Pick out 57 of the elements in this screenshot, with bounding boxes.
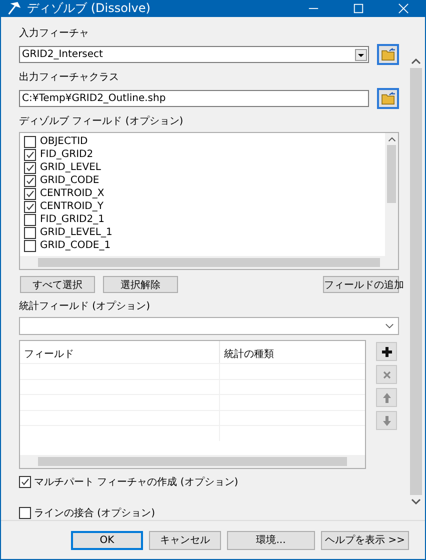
output-path-field[interactable]: C:¥Temp¥GRID2_Outline.shp	[19, 90, 369, 107]
field-label: ディゾルブ フィールド (オプション)	[19, 114, 184, 129]
field-name[interactable]: GRID_CODE_1	[40, 240, 111, 251]
field-name[interactable]: OBJECTID	[40, 136, 88, 147]
checkbox[interactable]	[24, 226, 36, 238]
checkbox[interactable]	[24, 136, 36, 148]
hammer-icon	[6, 1, 21, 16]
chevron-down-icon	[385, 323, 394, 329]
field-name[interactable]: CENTROID_X	[40, 188, 104, 199]
field-label: 統計フィールド (オプション)	[19, 300, 151, 314]
folder-icon	[380, 48, 396, 61]
input-features-dropdown[interactable]: GRID2_Intersect	[19, 46, 369, 63]
field-label: 出力フィーチャクラス	[19, 70, 120, 85]
field-name[interactable]: GRID_LEVEL_1	[40, 227, 112, 238]
checkbox[interactable]	[24, 162, 36, 174]
checkbox[interactable]	[24, 200, 36, 212]
chevron-up-icon[interactable]	[388, 137, 396, 142]
checkbox[interactable]	[24, 148, 36, 160]
dialog-button[interactable]: ヘルプを表示 >>	[321, 530, 409, 550]
field-name[interactable]: CENTROID_Y	[40, 201, 104, 212]
checkbox[interactable]	[24, 240, 36, 252]
checkbox-label[interactable]: ラインの接合 (オプション)	[34, 506, 155, 520]
close-icon[interactable]	[398, 3, 409, 14]
scrollbar[interactable]	[385, 133, 398, 256]
list-action-button[interactable]: 選択解除	[103, 276, 178, 293]
column-header: 統計の種類	[223, 348, 275, 362]
checkbox[interactable]	[19, 507, 31, 519]
folder-icon	[380, 92, 396, 105]
horizontal-scrollbar[interactable]	[20, 256, 398, 269]
checkbox[interactable]	[24, 174, 36, 186]
dialog-button[interactable]: キャンセル	[149, 530, 221, 550]
plus-icon	[380, 346, 392, 358]
checkbox[interactable]	[24, 188, 36, 200]
column-header: フィールド	[20, 341, 220, 363]
checkbox[interactable]	[19, 476, 31, 488]
field-name[interactable]: FID_GRID2	[40, 149, 94, 160]
list-action-button[interactable]: すべて選択	[20, 276, 95, 293]
browse-button[interactable]	[377, 88, 399, 109]
chevron-up-icon[interactable]	[410, 58, 420, 65]
field-name[interactable]: GRID_CODE	[40, 175, 100, 186]
x-icon	[380, 368, 392, 380]
dialog-button[interactable]: OK	[71, 530, 143, 550]
horizontal-scrollbar[interactable]	[20, 455, 365, 468]
maximize-icon[interactable]	[353, 3, 364, 14]
checkbox[interactable]	[24, 214, 36, 226]
arrow-down-icon	[380, 414, 392, 426]
arrow-up-icon	[380, 392, 392, 404]
window-title: ディゾルブ (Dissolve)	[27, 0, 150, 17]
chevron-down-icon[interactable]	[410, 498, 420, 505]
field-label: 入力フィーチャ	[19, 26, 90, 41]
browse-button[interactable]	[377, 44, 399, 65]
field-name[interactable]: GRID_LEVEL	[40, 162, 101, 173]
dialog-button[interactable]: 環境...	[227, 530, 315, 550]
checkbox-label[interactable]: マルチパート フィーチャの作成 (オプション)	[34, 475, 238, 489]
statistics-field-dropdown[interactable]	[19, 317, 399, 335]
field-name[interactable]: FID_GRID2_1	[40, 214, 104, 225]
add-button[interactable]	[376, 342, 397, 361]
